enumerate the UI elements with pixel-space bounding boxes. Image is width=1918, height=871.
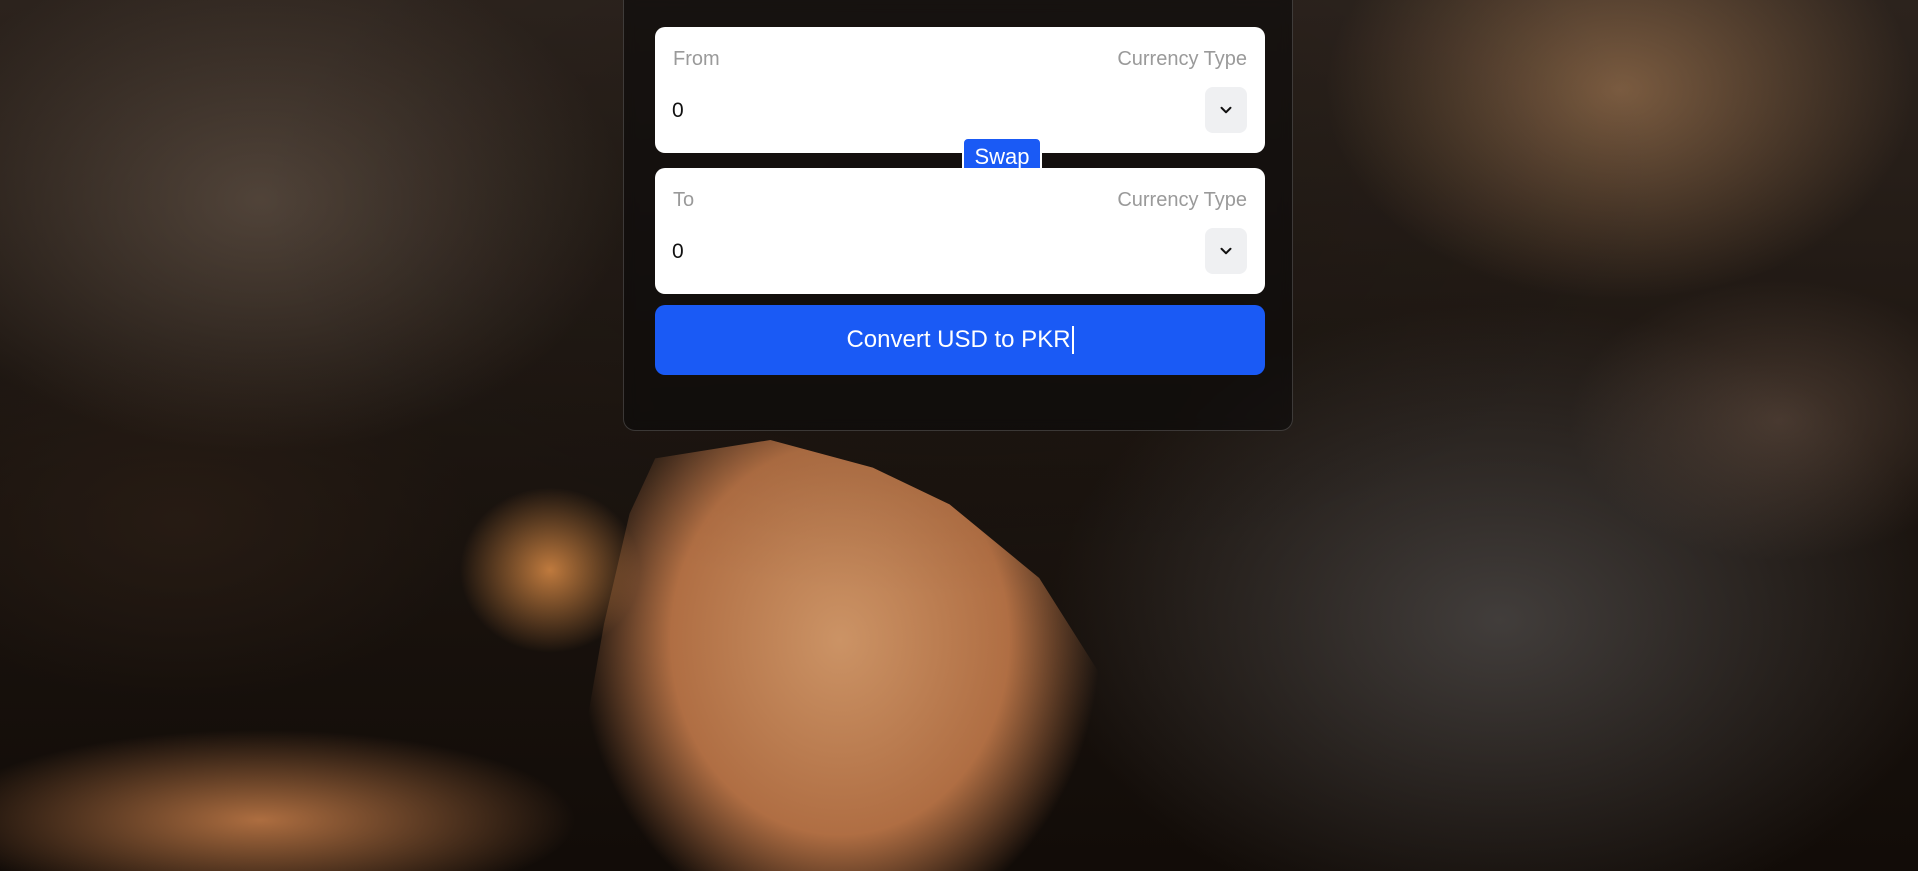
to-currency-label: Currency Type [1117, 189, 1247, 211]
text-cursor [1071, 326, 1074, 354]
convert-label: Convert USD to PKR [846, 326, 1071, 353]
convert-button[interactable]: Convert USD to PKR [655, 305, 1265, 375]
to-header: To Currency Type [673, 189, 1247, 212]
from-label: From [673, 48, 720, 70]
from-currency-label: Currency Type [1117, 48, 1247, 70]
to-panel: To Currency Type [655, 168, 1265, 294]
from-panel: From Currency Type [655, 27, 1265, 153]
to-amount-input[interactable] [672, 240, 1112, 264]
to-label: To [673, 189, 695, 211]
from-amount-input[interactable] [672, 99, 1112, 123]
chevron-down-icon [1220, 106, 1232, 114]
from-header: From Currency Type [673, 48, 1247, 71]
to-currency-select[interactable] [1205, 228, 1247, 274]
chevron-down-icon [1220, 247, 1232, 255]
converter-card: From Currency Type Swap To Currency Type… [623, 0, 1293, 431]
from-currency-select[interactable] [1205, 87, 1247, 133]
